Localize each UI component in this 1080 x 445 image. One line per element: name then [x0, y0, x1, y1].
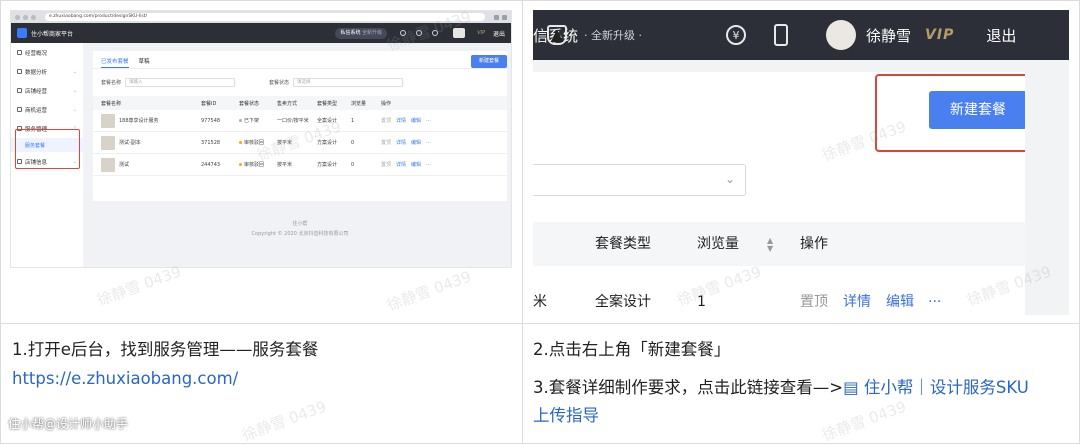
chevron-down-icon: ⌄	[72, 87, 77, 94]
app-topbar: 住小帮商家平台 私信系统 全新升级 VIP 退出	[11, 23, 511, 43]
package-status-select[interactable]: 请选择	[293, 78, 404, 87]
extension-icon[interactable]	[494, 14, 499, 20]
step2-caption: 2.点击右上角「新建套餐」	[533, 340, 731, 359]
pin-link[interactable]: 置顶	[800, 280, 828, 315]
home-icon	[17, 50, 22, 55]
package-panel: 已发布套餐 草稿 新建套餐 套餐名称 请输入 套餐状态 请选择 套餐名称 套餐I…	[93, 51, 507, 201]
logo-icon	[17, 28, 27, 38]
new-package-button[interactable]: 新建套餐	[929, 91, 1027, 129]
window-dot[interactable]	[31, 14, 36, 20]
lead-icon	[17, 107, 22, 112]
highlight-box	[15, 129, 80, 169]
store-icon	[17, 88, 22, 93]
chevron-down-icon: ⌄	[72, 106, 77, 113]
more-link[interactable]: ···	[426, 140, 431, 146]
chevron-down-icon: ⌄	[724, 172, 735, 186]
chart-icon	[17, 69, 22, 74]
left-screenshot: e.zhuxiaobang.com/product/designSKU-list…	[10, 10, 512, 268]
phone-icon[interactable]	[432, 30, 439, 36]
filter-name-label: 套餐名称	[101, 80, 122, 86]
step1-caption: 1.打开e后台，找到服务管理——服务套餐	[12, 340, 319, 359]
app-name: 住小帮商家平台	[31, 30, 74, 38]
page-footer: 住小帮 Copyright © 2020 北京抖音科技有限公司	[251, 221, 349, 237]
sort-icon[interactable]: ▲ ▼	[767, 237, 773, 253]
filter-status-label: 套餐状态	[269, 80, 290, 86]
edit-link[interactable]: 编辑	[886, 280, 914, 315]
detail-link[interactable]: 详情	[396, 140, 406, 146]
window-dot[interactable]	[15, 14, 20, 20]
package-name-input[interactable]: 请输入	[125, 78, 236, 87]
step1-link[interactable]: https://e.zhuxiaobang.com/	[12, 368, 238, 390]
detail-link[interactable]: 详情	[396, 162, 406, 168]
profile-icon[interactable]	[502, 14, 507, 20]
user-name: 徐静雪	[866, 26, 912, 45]
table-header: 套餐类型 浏览量 ▲ ▼ 操作	[533, 222, 1025, 266]
table-row: 188尊享设计服务 977548 已下架 一口价/按平米 全案设计 1 置顶 详情…	[93, 110, 507, 132]
sidebar-item-analytics[interactable]: 数据分析 ⌄	[11, 62, 83, 81]
package-status-select[interactable]: ⌄	[533, 164, 746, 196]
package-thumbnail	[101, 113, 115, 128]
sidebar-item-leads[interactable]: 商机运营 ⌄	[11, 100, 83, 119]
yen-icon[interactable]	[400, 30, 407, 36]
app-topbar-zoomed: 信系统 · 全新升级 · ¥ ▲ 徐静雪 VIP 退出	[533, 10, 1069, 60]
package-thumbnail	[101, 157, 115, 172]
phone-icon[interactable]	[774, 24, 789, 46]
more-link[interactable]: ···	[426, 118, 431, 124]
sidebar-item-overview[interactable]: 经营概况	[11, 43, 83, 62]
source-watermark: 住小帮@设计师小助手	[8, 417, 129, 431]
step3-link[interactable]: 住小帮｜设计服务SKU	[864, 378, 1029, 397]
more-link[interactable]: ···	[426, 162, 431, 168]
filter-row: 套餐名称 请输入 套餐状态 请选择	[93, 69, 507, 96]
pin-link[interactable]: 置顶	[381, 162, 391, 168]
chevron-down-icon: ⌄	[72, 68, 77, 75]
table-header: 套餐名称 套餐ID 套餐状态 售卖方式 套餐类型 浏览量 操作	[93, 96, 507, 110]
vip-badge: VIP	[477, 30, 485, 36]
yen-icon[interactable]: ¥	[726, 25, 747, 45]
pin-link[interactable]: 置顶	[381, 140, 391, 146]
divider-vertical	[522, 0, 523, 444]
window-dot[interactable]	[23, 14, 28, 20]
detail-link[interactable]: 详情	[843, 280, 871, 315]
avatar[interactable]	[453, 28, 466, 38]
more-link[interactable]: ···	[928, 280, 941, 315]
table-row: 测试-副本 371528 审核驳回 按平米 方案设计 0 置顶 详情 编辑 ···	[93, 132, 507, 154]
exit-link[interactable]: 退出	[493, 29, 505, 38]
sidebar-item-store-ops[interactable]: 店铺经营 ⌄	[11, 81, 83, 100]
graduation-cap-icon[interactable]	[416, 30, 423, 36]
step3-link-cont[interactable]: 上传指导	[533, 405, 599, 427]
vip-badge: VIP	[925, 27, 955, 43]
system-pill[interactable]: 私信系统 全新升级	[335, 27, 388, 39]
tab-drafts[interactable]: 草稿	[139, 57, 150, 68]
graduation-cap-icon[interactable]: ▲	[547, 25, 567, 45]
package-panel-zoomed: 新建套餐 ⌄ 套餐类型 浏览量 ▲ ▼ 操作 米 全案设计 1 置顶 详情 编辑 …	[533, 72, 1039, 315]
table-row: 测试 244743 审核驳回 按平米 方案设计 0 置顶 详情 编辑 ···	[93, 154, 507, 176]
address-bar[interactable]: e.zhuxiaobang.com/product/designSKU-list…	[45, 13, 485, 21]
detail-link[interactable]: 详情	[396, 118, 406, 124]
tab-bar: 已发布套餐 草稿	[93, 51, 507, 69]
edit-link[interactable]: 编辑	[411, 118, 421, 124]
avatar[interactable]	[826, 20, 857, 50]
edit-link[interactable]: 编辑	[411, 140, 421, 146]
browser-chrome: e.zhuxiaobang.com/product/designSKU-list…	[11, 11, 511, 23]
pin-link[interactable]: 置顶	[381, 118, 391, 124]
edit-link[interactable]: 编辑	[411, 162, 421, 168]
exit-link[interactable]: 退出	[986, 25, 1016, 46]
upgrade-tag: · 全新升级 ·	[584, 29, 643, 42]
right-screenshot: 信系统 · 全新升级 · ¥ ▲ 徐静雪 VIP 退出 新建套餐 ⌄ 套餐类型 …	[533, 10, 1069, 315]
tab-published[interactable]: 已发布套餐	[101, 57, 129, 68]
new-package-button[interactable]: 新建套餐	[471, 55, 507, 68]
table-row: 米 全案设计 1 置顶 详情 编辑 ···	[533, 280, 1025, 315]
step3-caption: 3.套餐详细制作要求，点击此链接查看—>▤ 住小帮｜设计服务SKU	[533, 378, 1029, 397]
divider-horizontal	[0, 323, 1080, 324]
package-thumbnail	[101, 135, 115, 150]
doc-icon: ▤	[843, 378, 864, 397]
